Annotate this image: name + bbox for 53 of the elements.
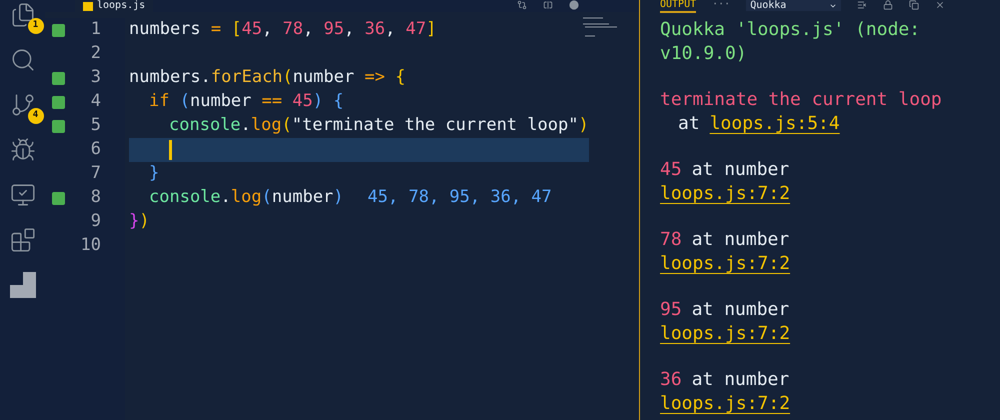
location-link[interactable]: loops.js:7:2 xyxy=(660,252,790,276)
output-text: at xyxy=(678,112,700,136)
copy-icon[interactable] xyxy=(909,0,920,10)
channel-dropdown[interactable]: Quokka xyxy=(746,0,842,11)
log-value: 95 xyxy=(660,298,682,322)
code-line: }) xyxy=(129,210,150,234)
close-icon[interactable] xyxy=(935,0,946,10)
code-line: console.log("terminate the current loop") xyxy=(169,114,589,138)
line-number: 9 xyxy=(90,210,101,234)
output-text: at number xyxy=(692,368,790,392)
location-link[interactable]: loops.js:7:2 xyxy=(660,392,790,416)
location-link[interactable]: loops.js:7:2 xyxy=(660,322,790,346)
line-number: 4 xyxy=(90,90,101,114)
line-number: 10 xyxy=(80,234,101,258)
split-editor-icon[interactable] xyxy=(543,0,553,10)
location-link[interactable]: loops.js:7:2 xyxy=(660,182,790,206)
code-line: if (number == 45) { xyxy=(149,90,344,114)
text-cursor xyxy=(169,140,172,160)
log-value: 78 xyxy=(660,228,682,252)
code-line: numbers.forEach(number => { xyxy=(129,66,406,90)
location-link[interactable]: loops.js:5:4 xyxy=(710,112,840,136)
badge-count: 4 xyxy=(28,108,44,124)
error-message: terminate the current loop xyxy=(660,88,943,112)
clear-output-icon[interactable] xyxy=(857,0,868,10)
line-number: 7 xyxy=(90,162,101,186)
code-line: numbers = [45, 78, 95, 36, 47] xyxy=(129,18,436,42)
output-text: at number xyxy=(692,158,790,182)
extensions-icon[interactable] xyxy=(10,227,36,253)
line-number: 8 xyxy=(90,186,101,210)
line-number: 3 xyxy=(90,66,101,90)
search-icon[interactable] xyxy=(10,47,36,73)
dot-icon[interactable] xyxy=(569,0,579,10)
output-text: at number xyxy=(692,228,790,252)
debug-icon[interactable] xyxy=(10,137,36,163)
line-number: 6 xyxy=(90,138,101,162)
line-number: 2 xyxy=(90,42,101,66)
compare-icon[interactable] xyxy=(517,0,527,10)
staircase-icon[interactable] xyxy=(10,272,36,298)
js-file-icon xyxy=(83,2,93,10)
remote-icon[interactable] xyxy=(10,182,36,208)
log-value: 45 xyxy=(660,158,682,182)
output-header: Quokka 'loops.js' (node: v10.9.0) xyxy=(660,18,922,66)
line-number: 1 xyxy=(90,18,101,42)
lock-icon[interactable] xyxy=(883,0,894,10)
badge-count: 1 xyxy=(28,18,44,34)
files-icon[interactable] xyxy=(10,2,36,28)
log-value: 36 xyxy=(660,368,682,392)
code-line: } xyxy=(149,162,160,186)
output-text: at number xyxy=(692,298,790,322)
line-number: 5 xyxy=(90,114,101,138)
more-actions[interactable]: ··· xyxy=(712,0,730,10)
code-line: console.log(number) xyxy=(149,186,344,210)
inline-value: 45, 78, 95, 36, 47 xyxy=(368,186,552,210)
